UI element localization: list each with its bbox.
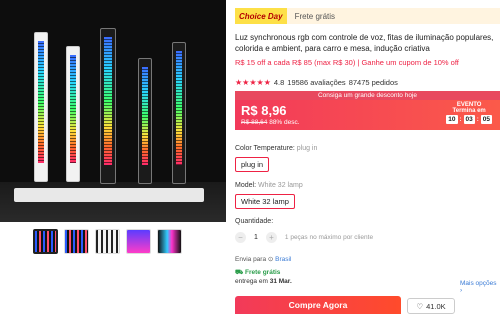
thumbnail-strip (33, 229, 182, 254)
quantity-limit-hint: 1 peças no máximo por cliente (284, 234, 374, 241)
event-countdown: EVENTO Termina em 10: 03: 05 (446, 102, 492, 124)
thumbnail[interactable] (126, 229, 151, 254)
free-shipping-badge: Frete grátis (294, 11, 336, 21)
color-temp-label: Color Temperature: plug in (235, 145, 318, 152)
discount-percent: 88% desc. (269, 119, 300, 126)
star-rating-icon: ★★★★★ (235, 78, 271, 87)
color-temp-value: plug in (296, 145, 318, 152)
stand-base (14, 188, 204, 202)
light-bar (172, 42, 186, 184)
product-title: Luz synchronous rgb com controle de voz,… (235, 33, 494, 53)
more-shipping-options-link[interactable]: Mais opções › (460, 280, 500, 294)
thumbnail[interactable] (157, 229, 182, 254)
heart-icon: ♡ (416, 301, 424, 311)
current-price: R$ 8,96 (241, 103, 287, 118)
thumbnail[interactable] (95, 229, 120, 254)
original-price: R$ 88,64 (241, 119, 268, 126)
choice-badge-row: Choice Day Frete grátis (235, 8, 500, 24)
delivery-date-row: entrega em 31 Mar. (235, 278, 292, 285)
quantity-stepper: − 1 + 1 peças no máximo por cliente (235, 232, 373, 243)
ship-to-row: Envia para ⊙ Brasil (235, 256, 292, 263)
rating-score: 4.8 (273, 78, 285, 87)
event-ends-label: Termina em (452, 108, 486, 114)
thumbnail[interactable] (64, 229, 89, 254)
timer-hours: 10 (446, 115, 458, 124)
main-product-image[interactable] (0, 0, 226, 222)
choice-day-badge: Choice Day (235, 8, 287, 24)
quantity-minus-button[interactable]: − (235, 232, 246, 243)
wishlist-count: 41.0K (426, 301, 446, 311)
quantity-value[interactable]: 1 (254, 234, 258, 241)
model-value: White 32 lamp (257, 182, 303, 189)
review-count[interactable]: 19586 avaliações (287, 78, 345, 87)
light-bar (66, 46, 80, 182)
truck-icon: ⛟ (235, 269, 244, 276)
timer-seconds: 05 (480, 115, 492, 124)
deal-banner: Consiga um grande desconto hoje (235, 91, 500, 100)
chevron-right-icon: › (460, 287, 463, 294)
quantity-label: Quantidade: (235, 218, 274, 225)
timer-minutes: 03 (463, 115, 475, 124)
location-pin-icon: ⊙ (267, 256, 274, 263)
thumbnail[interactable] (33, 229, 58, 254)
price-box: R$ 8,96 R$ 88,64 88% desc. EVENTO Termin… (235, 100, 500, 130)
model-option-white-32-lamp[interactable]: White 32 lamp (235, 194, 295, 209)
rating-row: ★★★★★ 4.8 19586 avaliações 87475 pedidos (235, 78, 398, 87)
free-shipping-row: ⛟ Frete grátis (235, 269, 281, 276)
order-count: 87475 pedidos (348, 78, 398, 87)
delivery-date: 31 Mar. (269, 278, 292, 285)
color-temp-option-plug-in[interactable]: plug in (235, 157, 270, 172)
coupon-text[interactable]: R$ 15 off a cada R$ 85 (max R$ 30) | Gan… (235, 58, 459, 68)
light-bar (138, 58, 152, 184)
light-bar (34, 32, 48, 182)
countdown-timer: 10: 03: 05 (446, 115, 492, 124)
model-label: Model: White 32 lamp (235, 182, 303, 189)
original-price-row: R$ 88,64 88% desc. (241, 119, 300, 126)
light-bar (100, 28, 116, 184)
buy-now-button[interactable]: Compre Agora (235, 296, 401, 314)
ship-country-link[interactable]: Brasil (275, 256, 291, 263)
quantity-plus-button[interactable]: + (265, 232, 277, 243)
wishlist-button[interactable]: ♡ 41.0K (407, 298, 455, 314)
